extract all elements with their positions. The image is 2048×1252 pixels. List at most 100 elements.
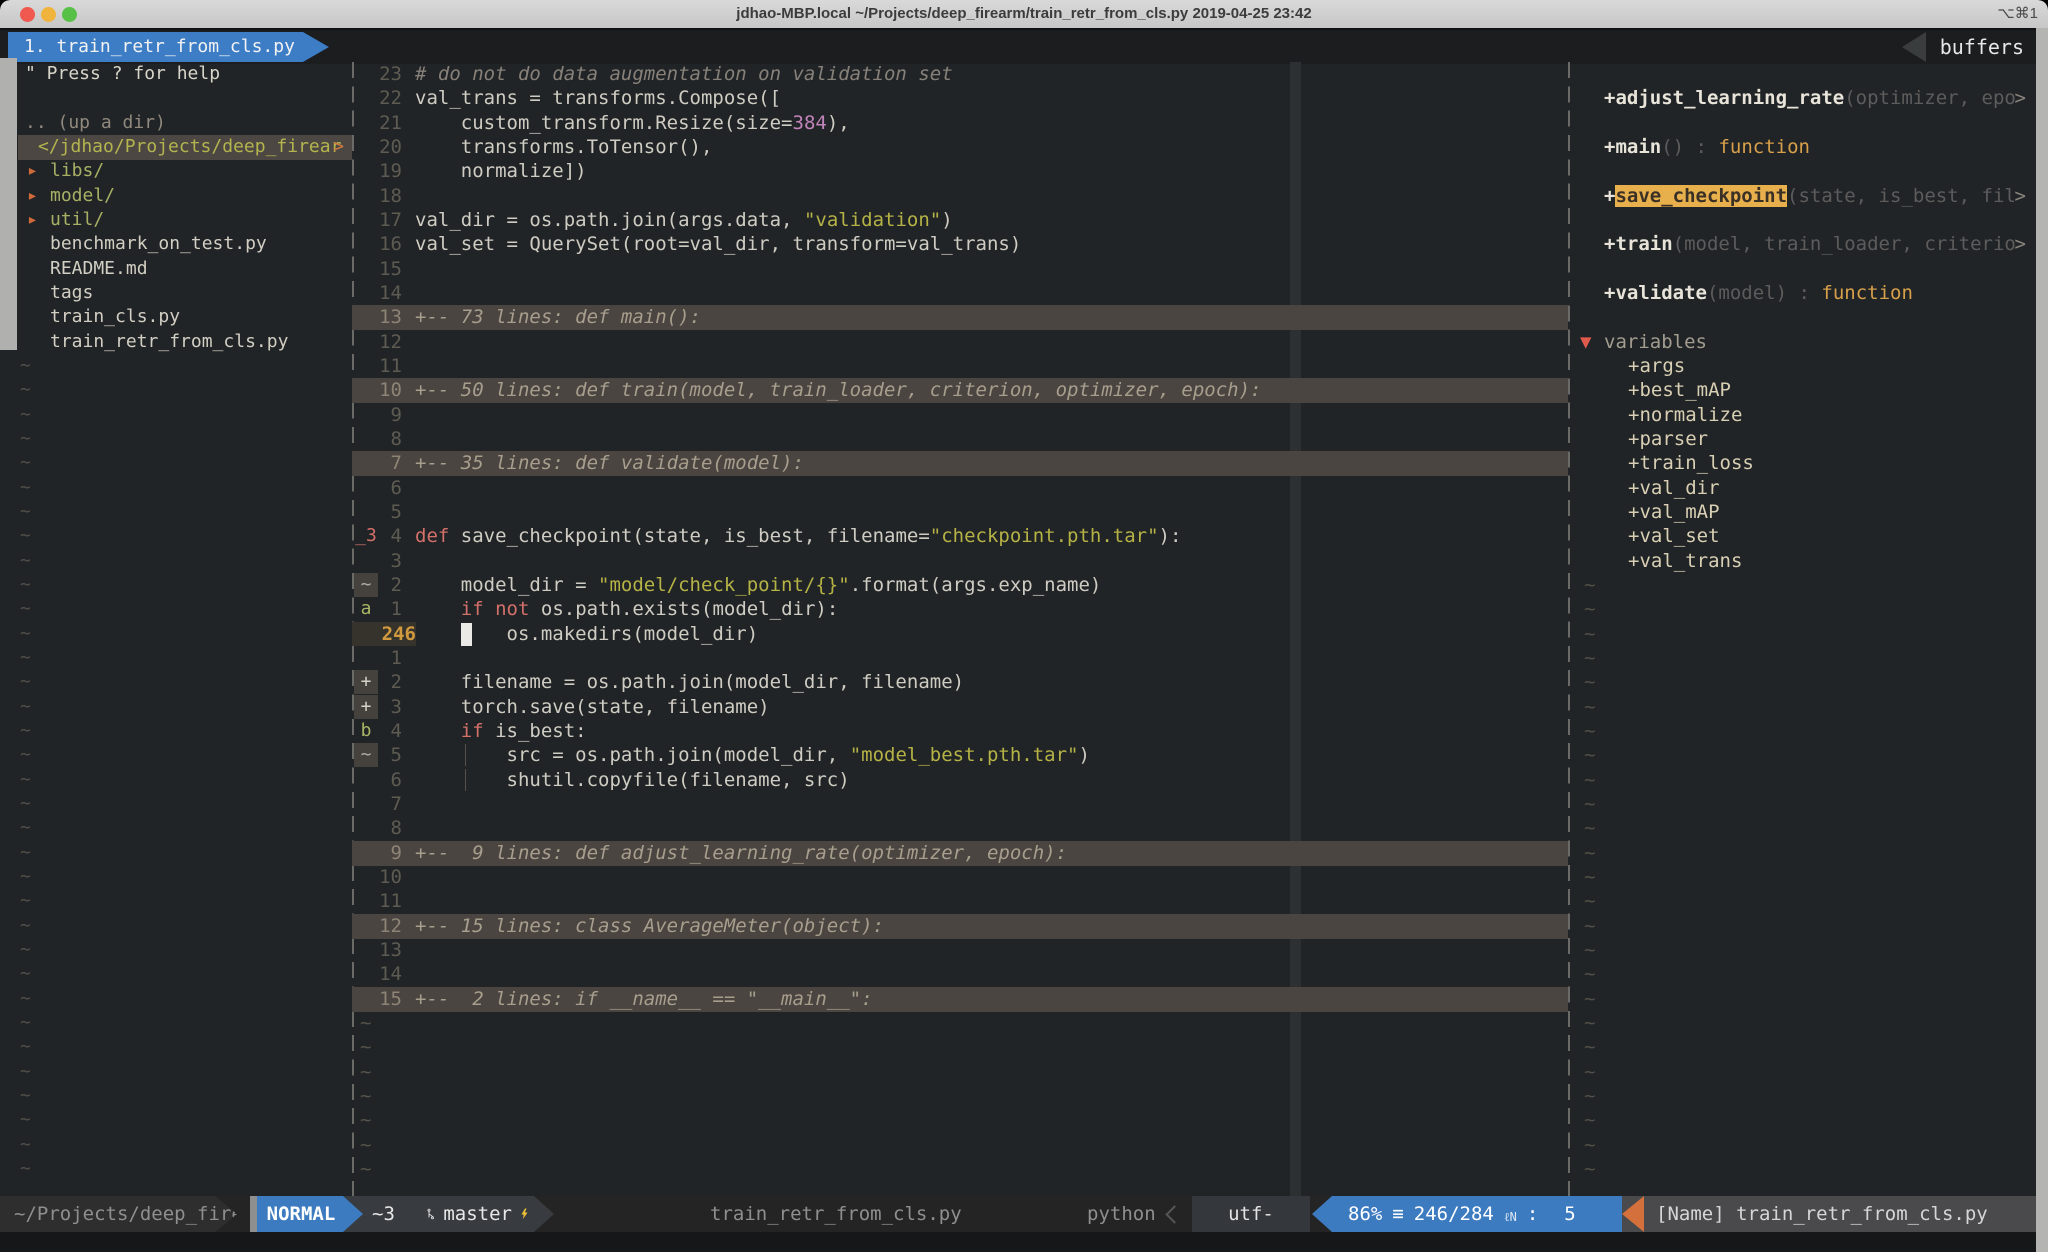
code-line[interactable]: 19 normalize]) bbox=[352, 159, 1568, 184]
folded-code-line[interactable]: 15+-- 2 lines: if __name__ == "__main__"… bbox=[352, 987, 1568, 1012]
statusline-git-segment: +8 ~3 -3 master bbox=[342, 1196, 554, 1232]
nerdtree-dir-item-util[interactable]: ▸util/ bbox=[0, 208, 352, 233]
code-line[interactable]: b4 if is_best: bbox=[352, 719, 1568, 744]
code-line[interactable]: 7 bbox=[352, 792, 1568, 817]
tagbar-fn-train[interactable]: +train(model, train_loader, criterio> bbox=[1576, 232, 2036, 257]
code-line[interactable]: 13 bbox=[352, 938, 1568, 963]
filler-tilde: ~ bbox=[1576, 792, 2036, 817]
code-line[interactable]: ~5 src = os.path.join(model_dir, "model_… bbox=[352, 743, 1568, 768]
nerdtree-file-item-train_cls.py[interactable]: train_cls.py bbox=[0, 305, 352, 330]
nerdtree-dir-item-model[interactable]: ▸model/ bbox=[0, 184, 352, 209]
nerdtree-scrollbar[interactable] bbox=[0, 58, 17, 350]
code-line[interactable]: 14 bbox=[352, 962, 1568, 987]
code-line[interactable]: 246 os.makedirs(model_dir) bbox=[352, 622, 1568, 647]
truncation-icon: > bbox=[2015, 232, 2026, 256]
code-line[interactable]: 11 bbox=[352, 354, 1568, 379]
code-line[interactable]: ~2 model_dir = "model/check_point/{}".fo… bbox=[352, 573, 1568, 598]
filler-tilde: ~ bbox=[0, 695, 352, 720]
buffers-indicator[interactable]: buffers bbox=[1902, 32, 2036, 62]
status-bar: ~/Projects/deep_firearm +8 ~3 -3 master … bbox=[0, 1196, 2048, 1232]
filler-tilde: ~ bbox=[0, 403, 352, 428]
code-line[interactable]: _34def save_checkpoint(state, is_best, f… bbox=[352, 524, 1568, 549]
code-line[interactable]: 3 bbox=[352, 549, 1568, 574]
line-number: 11 bbox=[352, 889, 402, 913]
code-line[interactable]: 11 bbox=[352, 889, 1568, 914]
code-line[interactable]: 5 bbox=[352, 500, 1568, 525]
folded-code-line[interactable]: 12+-- 15 lines: class AverageMeter(objec… bbox=[352, 914, 1568, 939]
tagbar-var-val_mAP[interactable]: +val_mAP bbox=[1576, 500, 2036, 525]
nerdtree-dir-item-libs[interactable]: ▸libs/ bbox=[0, 159, 352, 184]
code-line[interactable]: 21 custom_transform.Resize(size=384), bbox=[352, 111, 1568, 136]
tagbar-var-best_mAP[interactable]: +best_mAP bbox=[1576, 378, 2036, 403]
terminal-window: jdhao-MBP.local ~/Projects/deep_firearm/… bbox=[0, 0, 2048, 1252]
filler-tilde: ~ bbox=[1576, 743, 2036, 768]
filler-tilde: ~ bbox=[352, 1084, 1568, 1109]
code-line[interactable]: 8 bbox=[352, 427, 1568, 452]
nerdtree-file-item-benchmark_on_test.py[interactable]: benchmark_on_test.py bbox=[0, 232, 352, 257]
code-line[interactable]: 17val_dir = os.path.join(args.data, "val… bbox=[352, 208, 1568, 233]
code-line[interactable]: 1 bbox=[352, 646, 1568, 671]
window-separator[interactable] bbox=[1568, 62, 1570, 1196]
code-line[interactable]: +3 torch.save(state, filename) bbox=[352, 695, 1568, 720]
line-number: 4 bbox=[352, 524, 402, 548]
nerdtree-file-item-tags[interactable]: tags bbox=[0, 281, 352, 306]
tag-signature: (model, train_loader, criterio bbox=[1673, 233, 2016, 255]
filler-tilde: ~ bbox=[0, 378, 352, 403]
code-line[interactable]: a1 if not os.path.exists(model_dir): bbox=[352, 597, 1568, 622]
tagbar-var-parser[interactable]: +parser bbox=[1576, 427, 2036, 452]
code-line[interactable]: 22val_trans = transforms.Compose([ bbox=[352, 86, 1568, 111]
code-line[interactable]: +2 filename = os.path.join(model_dir, fi… bbox=[352, 670, 1568, 695]
filler-tilde: ~ bbox=[1576, 1133, 2036, 1158]
tag-signature: (optimizer, epo bbox=[1844, 87, 2016, 109]
code-line[interactable]: 10 bbox=[352, 865, 1568, 890]
code-line[interactable]: 12 bbox=[352, 330, 1568, 355]
collapse-arrow-icon: ▼ bbox=[1580, 330, 1591, 354]
tagbar-fn-adjust_learning_rate[interactable]: +adjust_learning_rate(optimizer, epo> bbox=[1576, 86, 2036, 111]
tag-name: validate bbox=[1615, 282, 1707, 304]
chevron-left-icon bbox=[1165, 1205, 1183, 1223]
folded-code-line[interactable]: 9+-- 9 lines: def adjust_learning_rate(o… bbox=[352, 841, 1568, 866]
folded-code-line[interactable]: 7+-- 35 lines: def validate(model): bbox=[352, 451, 1568, 476]
truncation-icon: > bbox=[333, 135, 344, 159]
code-line[interactable]: 23# do not do data augmentation on valid… bbox=[352, 62, 1568, 87]
tagbar-fn-save_checkpoint[interactable]: +save_checkpoint(state, is_best, fil> bbox=[1576, 184, 2036, 209]
code-line[interactable]: 9 bbox=[352, 403, 1568, 428]
nerdtree-root-path[interactable]: </jdhao/Projects/deep_firear> bbox=[18, 135, 352, 160]
line-number: 246 bbox=[352, 622, 416, 646]
filler-tilde: ~ bbox=[352, 1060, 1568, 1085]
tagbar-var-val_set[interactable]: +val_set bbox=[1576, 524, 2036, 549]
terminal-scrollbar[interactable] bbox=[2036, 28, 2048, 1252]
lines-icon: ≡ bbox=[1392, 1196, 1403, 1232]
statusline-encoding: utf-8[unix] bbox=[1192, 1196, 1310, 1232]
code-line[interactable]: 16val_set = QuerySet(root=val_dir, trans… bbox=[352, 232, 1568, 257]
nerdtree-file-item-README.md[interactable]: README.md bbox=[0, 257, 352, 282]
filler-tilde: ~ bbox=[0, 427, 352, 452]
nerdtree-file-item-train_retr_from_cls.py[interactable]: train_retr_from_cls.py bbox=[0, 330, 352, 355]
line-number: 14 bbox=[352, 281, 402, 305]
code-line[interactable]: 6 bbox=[352, 476, 1568, 501]
tagbar-fn-main[interactable]: +main() : function bbox=[1576, 135, 2036, 160]
tagbar-var-val_dir[interactable]: +val_dir bbox=[1576, 476, 2036, 501]
tagbar-var-normalize[interactable]: +normalize bbox=[1576, 403, 2036, 428]
code-line[interactable]: 15 bbox=[352, 257, 1568, 282]
code-line[interactable]: 6 shutil.copyfile(filename, src) bbox=[352, 768, 1568, 793]
filler-tilde: ~ bbox=[1576, 938, 2036, 963]
folded-code-line[interactable]: 13+-- 73 lines: def main(): bbox=[352, 305, 1568, 330]
tag-name: adjust_learning_rate bbox=[1615, 87, 1844, 109]
git-branch: master bbox=[443, 1196, 512, 1232]
tagbar-var-args[interactable]: +args bbox=[1576, 354, 2036, 379]
tagbar-fn-validate[interactable]: +validate(model) : function bbox=[1576, 281, 2036, 306]
tagbar-section-variables[interactable]: ▼variables bbox=[1576, 330, 2036, 355]
filler-tilde: ~ bbox=[0, 573, 352, 598]
line-number: 6 bbox=[352, 768, 402, 792]
nerdtree-up-dir[interactable]: .. (up a dir) bbox=[0, 111, 352, 136]
code-line[interactable]: 14 bbox=[352, 281, 1568, 306]
code-line[interactable]: 20 transforms.ToTensor(), bbox=[352, 135, 1568, 160]
tag-kind: function bbox=[1718, 136, 1810, 158]
folded-code-line[interactable]: 10+-- 50 lines: def train(model, train_l… bbox=[352, 378, 1568, 403]
tagbar-var-train_loss[interactable]: +train_loss bbox=[1576, 451, 2036, 476]
tagbar-var-val_trans[interactable]: +val_trans bbox=[1576, 549, 2036, 574]
code-line[interactable]: 8 bbox=[352, 816, 1568, 841]
code-line[interactable]: 18 bbox=[352, 184, 1568, 209]
tab-active[interactable]: 1. train_retr_from_cls.py bbox=[8, 32, 329, 62]
